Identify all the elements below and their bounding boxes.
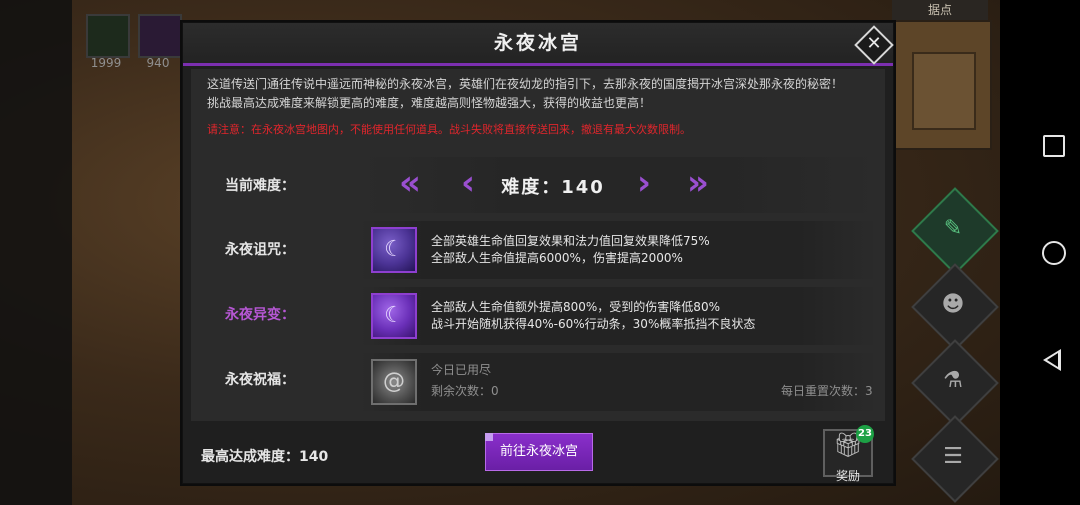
difficulty-label: 当前难度： — [225, 178, 295, 194]
mutation-effect-2: 战斗开始随机获得40%-60%行动条，30%概率抵挡不良状态 — [431, 317, 756, 331]
blessing-remaining: 剩余次数：0 — [431, 384, 499, 398]
resource-slot-1[interactable] — [86, 14, 130, 58]
difficulty-last-button[interactable]: » — [687, 166, 709, 200]
curse-label: 永夜诅咒： — [225, 242, 295, 258]
minimap-label: 据点 — [892, 0, 988, 20]
resource-1-value: 1999 — [90, 56, 122, 70]
go-to-ice-palace-button[interactable]: 前往永夜冰宫 — [485, 433, 593, 471]
minimap[interactable] — [892, 20, 992, 150]
curse-icon[interactable]: ☾ — [371, 227, 417, 273]
list-icon: ☰ — [943, 444, 963, 469]
description: 这道传送门通往传说中遥远而神秘的永夜冰宫，英雄们在夜幼龙的指引下，去那永夜的国度… — [207, 75, 887, 113]
warning-text: 请注意：在永夜冰宫地图内，不能使用任何道具。战斗失败将直接传送回来，撤退有最大次… — [207, 123, 691, 136]
blessing-daily-reset: 每日重置次数：3 — [781, 384, 873, 398]
difficulty-prev-button[interactable]: ‹ — [461, 166, 475, 200]
reward-count-badge: 23 — [856, 425, 874, 443]
dialog-title: 永夜冰宫 — [493, 32, 582, 54]
resource-2-value: 940 — [146, 56, 170, 70]
people-icon: ☻ — [941, 292, 965, 317]
potion-icon: ⚗ — [943, 368, 963, 393]
description-line-2: 挑战最高达成难度来解锁更高的难度，难度越高则怪物越强大，获得的收益也更高！ — [207, 96, 652, 110]
mutation-effect-1: 全部敌人生命值额外提高800%，受到的伤害降低80% — [431, 300, 720, 314]
curse-effect-2: 全部敌人生命值提高6000%，伤害提高2000% — [431, 251, 683, 265]
blessing-label: 永夜祝福： — [225, 372, 295, 388]
difficulty-first-button[interactable]: « — [399, 166, 421, 200]
blessing-status: 今日已用尽 — [431, 363, 492, 377]
swirl-icon: @ — [383, 369, 405, 394]
difficulty-next-button[interactable]: › — [637, 166, 651, 200]
content-panel: 这道传送门通往传说中遥远而神秘的永夜冰宫，英雄们在夜幼龙的指引下，去那永夜的国度… — [191, 69, 885, 421]
reward-label: 奖励 — [835, 469, 860, 483]
home-icon[interactable] — [1042, 241, 1066, 265]
close-icon[interactable]: ✕ — [860, 31, 888, 59]
curse-effect-1: 全部英雄生命值回复效果和法力值回复效果降低75% — [431, 234, 710, 248]
system-nav-bar — [1000, 0, 1080, 505]
scroll-icon: ✎ — [943, 216, 963, 241]
eternal-night-dialog: 永夜冰宫 ✕ 这道传送门通往传说中遥远而神秘的永夜冰宫，英雄们在夜幼龙的指引下，… — [182, 22, 894, 484]
mask-icon: ☾ — [384, 237, 404, 262]
resource-slot-2[interactable] — [138, 14, 182, 58]
mask-icon: ☾ — [384, 303, 404, 328]
button-corner-decoration — [485, 433, 493, 441]
mutation-icon[interactable]: ☾ — [371, 293, 417, 339]
max-difficulty-text: 最高达成难度：140 — [201, 449, 329, 465]
recent-apps-icon[interactable] — [1043, 135, 1065, 157]
description-line-1: 这道传送门通往传说中遥远而神秘的永夜冰宫，英雄们在夜幼龙的指引下，去那永夜的国度… — [207, 77, 844, 91]
blessing-icon[interactable]: @ — [371, 359, 417, 405]
difficulty-value: 难度：140 — [501, 177, 605, 198]
mutation-label: 永夜异变： — [225, 307, 295, 323]
resource-strip — [0, 0, 72, 505]
